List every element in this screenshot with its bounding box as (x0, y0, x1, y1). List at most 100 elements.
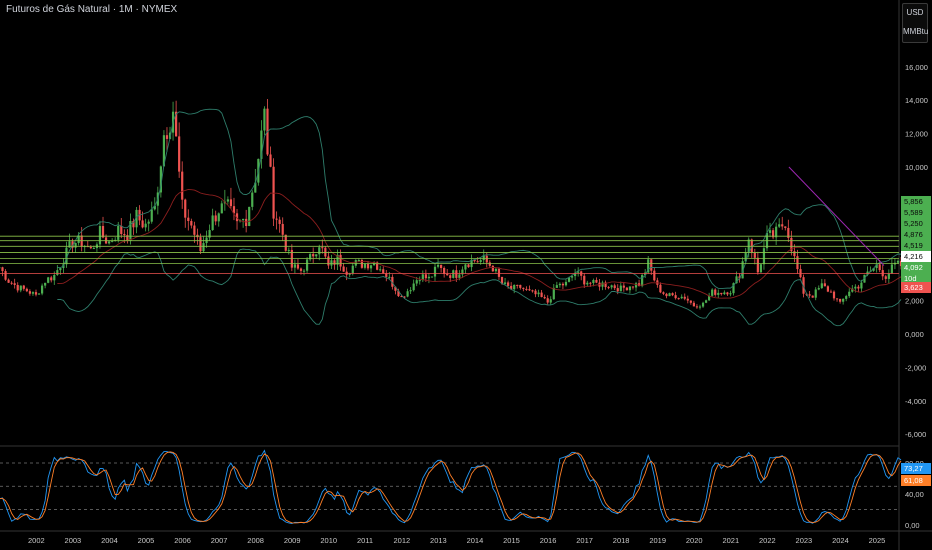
candle-body (318, 247, 321, 255)
candle-body (16, 284, 19, 291)
candle-body (540, 292, 543, 298)
time-tick-label: 2014 (467, 536, 484, 545)
currency-unit-selector[interactable]: USD MMBtu (902, 3, 928, 43)
candle-body (357, 260, 360, 262)
candle-body (443, 267, 446, 274)
candle-body (59, 268, 62, 271)
candle-body (150, 209, 153, 222)
candle-body (327, 256, 330, 266)
time-tick-label: 2019 (649, 536, 666, 545)
price-chart[interactable]: 16,000 14,000 12,000 10,000 2,000 0,000 -2,000… (0, 0, 932, 550)
candle-body (476, 261, 479, 263)
price-tick-label: -4,000 (905, 397, 926, 406)
candle-body (424, 274, 427, 279)
candle-body (446, 273, 449, 276)
candle-body (144, 223, 147, 228)
candle-body (653, 270, 656, 281)
candle-body (589, 282, 592, 284)
candle-body (1, 267, 4, 272)
candle-body (339, 254, 342, 267)
candle-body (354, 260, 357, 266)
candle-body (826, 286, 830, 292)
candle-body (293, 264, 296, 268)
candle-body (220, 203, 223, 214)
candle-body (704, 300, 708, 303)
time-tick-label: 2010 (320, 536, 337, 545)
candle-body (229, 199, 233, 207)
candle-body (759, 264, 763, 273)
candle-body (701, 302, 705, 307)
candle-body (330, 260, 333, 266)
candle-body (436, 264, 440, 267)
candle-body (857, 286, 860, 289)
candle-body (452, 270, 455, 278)
price-tick-label: 0,000 (905, 330, 924, 339)
candle-body (321, 247, 324, 249)
candle-body (44, 282, 47, 286)
candle-body (674, 295, 677, 299)
candle-body (634, 283, 638, 288)
candle-body (34, 292, 38, 295)
candle-body (695, 306, 699, 308)
candle-body (22, 285, 25, 289)
time-tick-label: 2005 (138, 536, 155, 545)
candle-body (409, 290, 412, 292)
price-label: 4,519 (901, 240, 931, 251)
candle-body (464, 264, 467, 270)
candle-body (842, 298, 845, 302)
time-tick-label: 2002 (28, 536, 45, 545)
candle-body (692, 302, 695, 307)
candle-body (117, 225, 120, 240)
candle-body (50, 277, 53, 281)
candle-body (717, 292, 720, 295)
candle-body (458, 274, 461, 278)
candle-body (622, 285, 625, 288)
candle-body (211, 215, 214, 231)
candle-body (147, 221, 150, 224)
price-tick-label: -2,000 (905, 363, 926, 372)
candle-body (74, 242, 77, 248)
time-tick-label: 2022 (759, 536, 776, 545)
time-tick-label: 2017 (576, 536, 593, 545)
candle-body (415, 280, 418, 284)
candle-body (281, 223, 284, 235)
candle-body (123, 234, 126, 236)
currency-label: USD (906, 8, 924, 17)
candle-body (689, 300, 692, 303)
candle-body (814, 289, 817, 298)
candle-body (775, 226, 778, 238)
candle-body (522, 287, 525, 289)
candle-body (449, 275, 452, 278)
candle-body (726, 292, 729, 295)
candle-body (333, 260, 336, 265)
candle-body (53, 274, 56, 281)
candle-body (619, 285, 622, 292)
stoch-tick-label: 0,00 (905, 521, 920, 530)
candle-body (120, 225, 123, 235)
candle-body (193, 225, 196, 235)
candle-body (284, 234, 287, 251)
candle-body (586, 282, 589, 285)
candle-body (528, 289, 531, 291)
candle-body (324, 247, 327, 257)
candle-body (13, 283, 16, 285)
candle-body (217, 213, 220, 222)
candle-body (242, 218, 245, 221)
candle-body (513, 284, 516, 290)
candle-body (479, 260, 482, 262)
candle-body (25, 288, 28, 292)
candle-body (564, 281, 568, 286)
unit-label: MMBtu (903, 27, 929, 36)
candle-body (363, 263, 367, 268)
candle-body (823, 283, 826, 287)
candle-body (497, 268, 501, 277)
candle-body (388, 276, 391, 278)
candle-body (753, 252, 756, 258)
stoch-value-label: 61,08 (901, 475, 931, 486)
candle-body (683, 296, 686, 299)
candle-body (92, 248, 95, 250)
candle-body (226, 199, 229, 202)
candle-body (887, 273, 890, 279)
price-tick-label: 10,000 (905, 163, 928, 172)
price-tick-label: 14,000 (905, 96, 928, 105)
